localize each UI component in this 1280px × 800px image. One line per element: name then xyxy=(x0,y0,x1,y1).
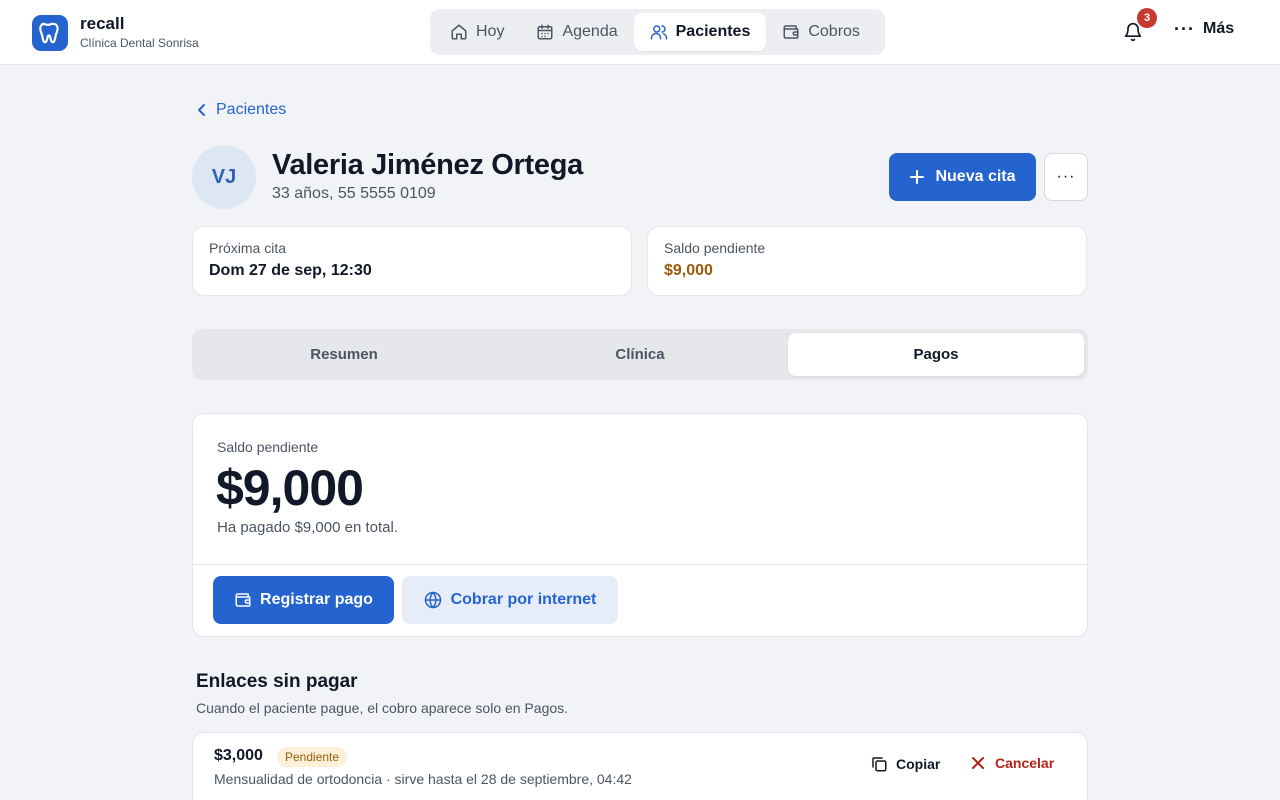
copy-link-button[interactable]: Copiar xyxy=(870,755,940,773)
link-description: Mensualidad de ortodoncia · sirve hasta … xyxy=(214,771,632,787)
chevron-left-icon xyxy=(198,104,205,116)
next-appointment-label: Próxima cita xyxy=(209,240,287,256)
nav-item-hoy[interactable]: Hoy xyxy=(434,13,520,51)
nav-item-cobros[interactable]: Cobros xyxy=(766,13,876,51)
wallet-icon xyxy=(235,593,251,607)
register-payment-button[interactable]: Registrar pago xyxy=(213,576,394,624)
nav-item-label: Hoy xyxy=(476,23,505,40)
balance-label: Saldo pendiente xyxy=(217,439,319,455)
clinic-name: Clínica Dental Sonrisa xyxy=(80,36,199,50)
tab-pagos[interactable]: Pagos xyxy=(788,333,1084,376)
globe-icon xyxy=(424,591,441,609)
main-nav: Hoy Agenda Pacientes Cobros xyxy=(430,9,885,55)
calendar-icon xyxy=(537,24,553,40)
cancel-label: Cancelar xyxy=(995,755,1055,771)
plus-icon xyxy=(910,170,925,184)
cancel-link-button[interactable]: Cancelar xyxy=(971,755,1054,771)
nav-item-label: Cobros xyxy=(808,23,860,40)
brand-name: recall xyxy=(80,14,125,33)
nav-item-label: Pacientes xyxy=(675,23,751,40)
copy-label: Copiar xyxy=(896,756,941,772)
paid-total-note: Ha pagado $9,000 en total. xyxy=(217,519,398,536)
tooth-icon xyxy=(32,14,68,51)
patient-tabs: Resumen Clínica Pagos xyxy=(192,329,1088,380)
list-item: $3,000 Pendiente Mensualidad de ortodonc… xyxy=(192,732,1088,800)
charge-online-label: Cobrar por internet xyxy=(450,591,597,608)
new-appointment-label: Nueva cita xyxy=(935,168,1016,185)
patient-name: Valeria Jiménez Ortega xyxy=(272,149,583,181)
avatar: VJ xyxy=(192,145,256,209)
tab-resumen[interactable]: Resumen xyxy=(196,333,492,376)
nav-item-label: Agenda xyxy=(562,23,618,40)
register-payment-label: Registrar pago xyxy=(260,591,373,608)
brand[interactable]: recall Clínica Dental Sonrisa xyxy=(32,14,199,51)
copy-icon xyxy=(872,757,887,772)
balance-summary-value: $9,000 xyxy=(664,262,713,279)
divider xyxy=(193,564,1087,565)
top-bar: recall Clínica Dental Sonrisa Hoy Agenda… xyxy=(0,0,1280,65)
patient-meta: 33 años, 55 5555 0109 xyxy=(272,185,436,202)
nav-item-agenda[interactable]: Agenda xyxy=(520,13,633,51)
wallet-icon xyxy=(783,25,799,39)
next-appointment-card: Próxima cita Dom 27 de sep, 12:30 xyxy=(192,226,632,296)
users-icon xyxy=(650,25,667,40)
more-label: Más xyxy=(1202,20,1235,37)
nav-item-pacientes[interactable]: Pacientes xyxy=(633,13,767,51)
back-label: Pacientes xyxy=(216,101,287,118)
unpaid-links-subtitle: Cuando el paciente pague, el cobro apare… xyxy=(196,700,569,716)
new-appointment-button[interactable]: Nueva cita xyxy=(889,153,1036,201)
more-dots-icon: ··· xyxy=(1174,19,1195,39)
tab-clinica[interactable]: Clínica xyxy=(492,333,788,376)
balance-summary-label: Saldo pendiente xyxy=(664,240,766,256)
home-icon xyxy=(451,24,467,40)
status-badge: Pendiente xyxy=(277,747,348,767)
more-options-button[interactable]: ··· xyxy=(1044,153,1088,201)
notification-badge: 3 xyxy=(1137,8,1157,28)
unpaid-links-title: Enlaces sin pagar xyxy=(196,671,358,692)
payments-balance-card: Saldo pendiente $9,000 Ha pagado $9,000 … xyxy=(192,413,1088,637)
more-horizontal-icon: ··· xyxy=(1056,168,1076,185)
charge-online-button[interactable]: Cobrar por internet xyxy=(402,576,618,624)
next-appointment-value: Dom 27 de sep, 12:30 xyxy=(209,262,372,279)
balance-summary-card: Saldo pendiente $9,000 xyxy=(647,226,1087,296)
balance-amount: $9,000 xyxy=(216,460,364,516)
link-amount: $3,000 xyxy=(214,747,263,764)
back-to-patients-link[interactable]: Pacientes xyxy=(196,101,286,119)
more-menu-button[interactable]: ··· Más xyxy=(1174,20,1234,38)
close-icon xyxy=(972,757,984,769)
